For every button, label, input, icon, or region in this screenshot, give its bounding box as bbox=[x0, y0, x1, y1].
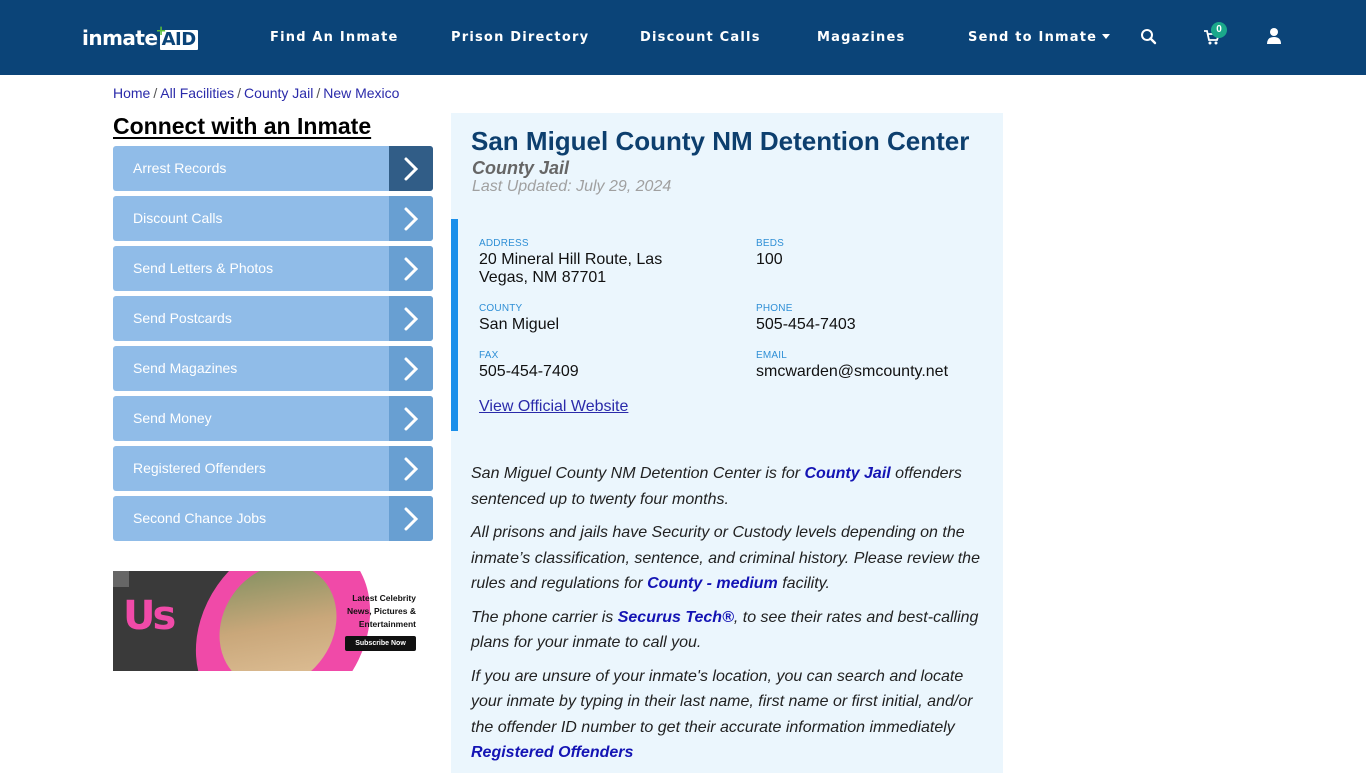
breadcrumb-all-facilities[interactable]: All Facilities bbox=[160, 85, 234, 101]
sidebar-item-label: Arrest Records bbox=[133, 160, 227, 176]
sidebar-item-second-chance-jobs[interactable]: Second Chance Jobs bbox=[113, 496, 433, 541]
top-navigation: inmate + AID Find An Inmate Prison Directo… bbox=[0, 0, 1366, 75]
sidebar-item-arrest-records[interactable]: Arrest Records bbox=[113, 146, 433, 191]
sidebar-item-label: Send Letters & Photos bbox=[133, 260, 274, 276]
description-paragraph: If you are unsure of your inmate's locat… bbox=[471, 664, 991, 766]
page-title: San Miguel County NM Detention Center bbox=[471, 126, 970, 156]
sidebar-item-label: Send Money bbox=[133, 410, 212, 426]
description-text: The phone carrier is bbox=[471, 608, 618, 626]
address-value: 20 Mineral Hill Route, Las Vegas, NM 8770… bbox=[479, 251, 662, 287]
sidebar-item-discount-calls[interactable]: Discount Calls bbox=[113, 196, 433, 241]
chevron-right-icon bbox=[389, 296, 433, 341]
chevron-right-icon bbox=[389, 346, 433, 391]
ad-subscribe-button[interactable]: Subscribe Now bbox=[345, 636, 416, 651]
logo[interactable]: inmate + AID bbox=[82, 24, 198, 50]
nav-find-an-inmate[interactable]: Find An Inmate bbox=[270, 30, 399, 45]
ad-corner-mark bbox=[113, 571, 129, 587]
user-icon[interactable] bbox=[1265, 27, 1283, 45]
security-level-link[interactable]: County - medium bbox=[647, 575, 778, 592]
chevron-right-icon bbox=[389, 196, 433, 241]
facility-info-box: ADDRESS 20 Mineral Hill Route, Las Vegas,… bbox=[451, 219, 1003, 431]
logo-accent-text: AID bbox=[161, 29, 197, 50]
address-line-2: Vegas, NM 87701 bbox=[479, 269, 607, 286]
email-value: smcwarden@smcounty.net bbox=[756, 363, 949, 380]
plus-icon: + bbox=[155, 24, 167, 39]
address-field: ADDRESS 20 Mineral Hill Route, Las Vegas,… bbox=[479, 238, 662, 287]
phone-value: 505-454-7403 bbox=[756, 316, 856, 333]
ad-tagline-line: Entertainment bbox=[358, 619, 416, 629]
cart-count-badge: 0 bbox=[1211, 22, 1227, 38]
fax-label: FAX bbox=[479, 350, 499, 361]
sidebar-item-label: Second Chance Jobs bbox=[133, 510, 267, 526]
facility-description: San Miguel County NM Detention Center is… bbox=[471, 461, 991, 774]
phone-field: PHONE 505-454-7403 bbox=[756, 303, 856, 334]
ad-tagline-line: Latest Celebrity bbox=[352, 593, 416, 603]
county-value: San Miguel bbox=[479, 316, 560, 333]
sidebar-item-registered-offenders[interactable]: Registered Offenders bbox=[113, 446, 433, 491]
nav-magazines[interactable]: Magazines bbox=[817, 30, 905, 45]
address-label: ADDRESS bbox=[479, 238, 529, 249]
sidebar-title: Connect with an Inmate bbox=[113, 113, 372, 139]
last-updated: Last Updated: July 29, 2024 bbox=[472, 178, 672, 195]
description-paragraph: All prisons and jails have Security or C… bbox=[471, 520, 991, 597]
caret-down-icon bbox=[1102, 34, 1111, 39]
breadcrumb-home[interactable]: Home bbox=[113, 85, 150, 101]
beds-value: 100 bbox=[756, 251, 783, 268]
advertisement-banner[interactable]: Us Latest Celebrity News, Pictures & Ent… bbox=[113, 571, 418, 671]
chevron-right-icon bbox=[389, 246, 433, 291]
breadcrumb-separator: / bbox=[153, 85, 158, 101]
description-text: San Miguel County NM Detention Center is… bbox=[471, 465, 805, 482]
sidebar-item-label: Discount Calls bbox=[133, 210, 223, 226]
nav-prison-directory[interactable]: Prison Directory bbox=[451, 30, 589, 45]
fax-value: 505-454-7409 bbox=[479, 363, 579, 380]
description-paragraph: San Miguel County NM Detention Center is… bbox=[471, 461, 991, 512]
phone-carrier-link[interactable]: Securus Tech® bbox=[618, 609, 734, 626]
nav-send-to-inmate[interactable]: Send to Inmate bbox=[968, 30, 1111, 45]
county-field: COUNTY San Miguel bbox=[479, 303, 559, 334]
description-text: If you are unsure of your inmate's locat… bbox=[471, 667, 973, 736]
chevron-right-icon bbox=[389, 396, 433, 441]
email-field: EMAIL smcwarden@smcounty.net bbox=[756, 350, 948, 381]
sidebar-item-label: Send Magazines bbox=[133, 360, 238, 376]
sidebar-item-label: Send Postcards bbox=[133, 310, 232, 326]
breadcrumb-separator: / bbox=[237, 85, 242, 101]
breadcrumb: Home / All Facilities / County Jail / New Mexi… bbox=[113, 85, 399, 101]
chevron-right-icon bbox=[389, 146, 433, 191]
view-official-website-link[interactable]: View Official Website bbox=[479, 398, 628, 416]
ad-tagline: Latest Celebrity News, Pictures & Entert… bbox=[336, 592, 416, 631]
nav-send-to-inmate-label: Send to Inmate bbox=[968, 30, 1098, 45]
county-label: COUNTY bbox=[479, 303, 523, 314]
sidebar-menu: Arrest Records Discount Calls Send Lette… bbox=[113, 146, 433, 546]
breadcrumb-county-jail[interactable]: County Jail bbox=[244, 85, 313, 101]
email-label: EMAIL bbox=[756, 350, 788, 361]
nav-discount-calls[interactable]: Discount Calls bbox=[640, 30, 761, 45]
chevron-right-icon bbox=[389, 496, 433, 541]
fax-field: FAX 505-454-7409 bbox=[479, 350, 579, 381]
sidebar-item-send-magazines[interactable]: Send Magazines bbox=[113, 346, 433, 391]
facility-type: County Jail bbox=[472, 158, 570, 178]
ad-tagline-line: News, Pictures & bbox=[347, 606, 416, 616]
search-icon[interactable] bbox=[1140, 28, 1158, 46]
sidebar-item-send-money[interactable]: Send Money bbox=[113, 396, 433, 441]
registered-offenders-link[interactable]: Registered Offenders bbox=[471, 744, 633, 761]
beds-label: BEDS bbox=[756, 238, 785, 249]
facility-panel: San Miguel County NM Detention Center Co… bbox=[451, 113, 1003, 773]
phone-label: PHONE bbox=[756, 303, 793, 314]
breadcrumb-separator: / bbox=[316, 85, 321, 101]
sidebar-item-send-postcards[interactable]: Send Postcards bbox=[113, 296, 433, 341]
logo-text: inmate bbox=[82, 26, 158, 50]
logo-accent: + AID bbox=[156, 24, 198, 50]
county-jail-link[interactable]: County Jail bbox=[804, 465, 890, 482]
description-paragraph: The phone carrier is Securus Tech®, to s… bbox=[471, 605, 991, 656]
address-line-1: 20 Mineral Hill Route, Las bbox=[479, 251, 663, 268]
ad-brand-logo: Us bbox=[123, 593, 176, 639]
sidebar-item-label: Registered Offenders bbox=[133, 460, 266, 476]
chevron-right-icon bbox=[389, 446, 433, 491]
sidebar-item-send-letters-photos[interactable]: Send Letters & Photos bbox=[113, 246, 433, 291]
beds-field: BEDS 100 bbox=[756, 238, 784, 269]
breadcrumb-new-mexico[interactable]: New Mexico bbox=[323, 85, 399, 101]
description-text: facility. bbox=[777, 575, 830, 592]
